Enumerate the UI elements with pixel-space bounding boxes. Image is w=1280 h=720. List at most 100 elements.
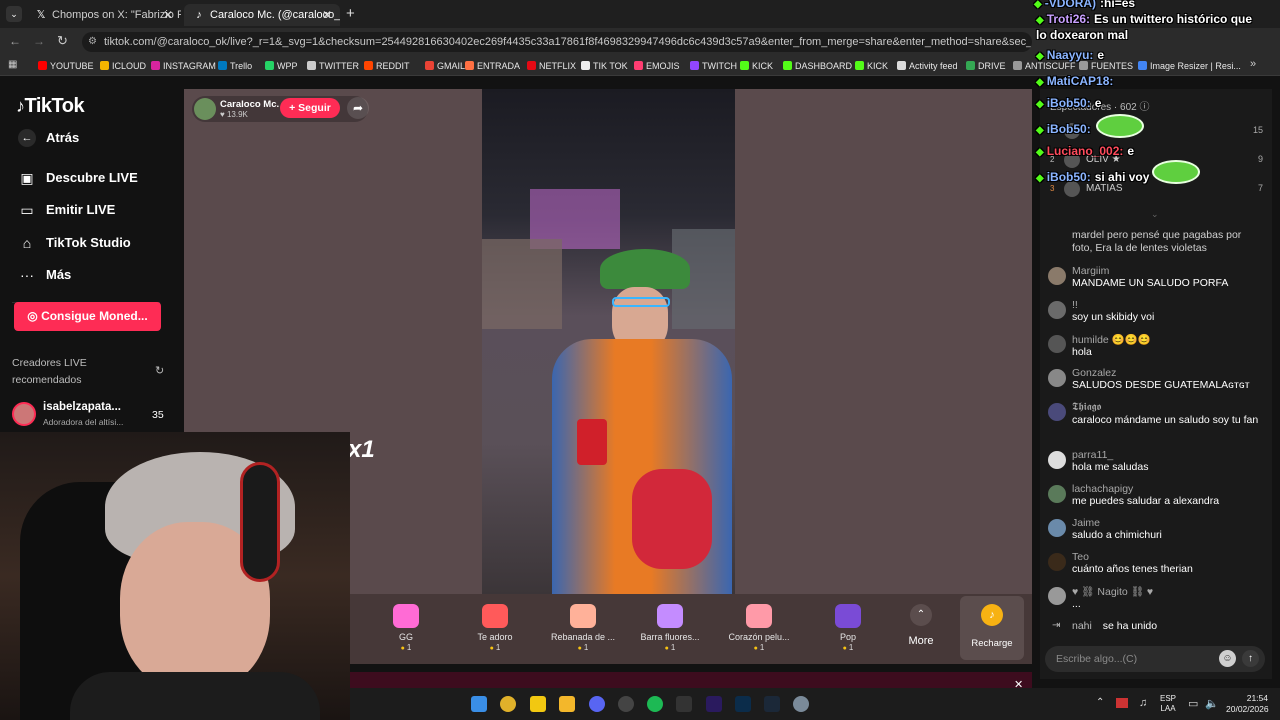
reload-icon[interactable]: ↻ <box>57 33 68 49</box>
bookmark-favicon-icon <box>783 61 792 70</box>
mic-icon[interactable]: ♫ <box>1139 697 1147 709</box>
bookmark-item[interactable]: INSTAGRAM <box>151 56 216 76</box>
app-icon[interactable] <box>793 696 809 712</box>
bookmark-label: TWITTER <box>319 61 359 71</box>
tab-x-post[interactable]: 𝕏 Chompos on X: "Fabrizio Faun... ✕ <box>26 4 181 26</box>
bookmark-item[interactable]: Image Resizer | Resi... <box>1138 56 1241 76</box>
bookmark-item[interactable]: WPP <box>265 56 298 76</box>
clock[interactable]: 21:54 20/02/2026 <box>1226 693 1269 715</box>
photoshop-icon[interactable] <box>735 696 751 712</box>
file-explorer-icon[interactable] <box>559 696 575 712</box>
forward-icon[interactable]: → <box>33 34 45 48</box>
avatar <box>1048 335 1066 353</box>
gift-item[interactable]: Barra fluores...1 <box>630 604 710 652</box>
join-notice: ⇥ nahi se ha unido <box>1048 620 1263 632</box>
host-name[interactable]: Caraloco Mc. <box>220 99 279 110</box>
bookmark-item[interactable]: Trello <box>218 56 252 76</box>
chat-message[interactable]: mardel pero pensé que pagabas por foto, … <box>1048 229 1263 255</box>
bookmark-item[interactable]: TIK TOK <box>581 56 628 76</box>
spotify-icon[interactable] <box>647 696 663 712</box>
collapse-chevron-icon[interactable]: ⌄ <box>1151 209 1159 220</box>
nav-back[interactable]: ← Atrás <box>18 128 79 148</box>
premiere-icon[interactable] <box>706 696 722 712</box>
host-avatar[interactable] <box>194 98 216 120</box>
volume-icon[interactable]: 🔈 <box>1205 697 1219 710</box>
send-icon[interactable]: ↑ <box>1242 650 1259 667</box>
recommended-creator[interactable]: isabelzapata... Adoradora del altísi... … <box>12 400 172 430</box>
live-video[interactable] <box>482 89 735 594</box>
gift-item[interactable]: Te adoro1 <box>455 604 535 652</box>
chat-message[interactable]: !! soy un skibidy voi <box>1048 299 1263 324</box>
chat-message[interactable]: Margiim MANDAME UN SALUDO PORFA <box>1048 265 1263 290</box>
nav-more[interactable]: ··· Más <box>18 265 71 285</box>
apps-grid-icon[interactable]: ▦ <box>8 59 17 70</box>
more-gifts-button[interactable]: ⌃ More <box>900 604 942 647</box>
emoji-icon[interactable]: ☺ <box>1219 650 1236 667</box>
badge-icon: ◆ <box>1036 147 1044 158</box>
share-icon[interactable]: ➦ <box>347 97 369 119</box>
bookmark-item[interactable]: KICK <box>855 56 888 76</box>
bookmark-item[interactable]: ENTRADA <box>465 56 520 76</box>
capcut-icon[interactable] <box>676 696 692 712</box>
chat-message[interactable]: lachachapigy me puedes saludar a alexandr… <box>1048 483 1263 508</box>
sticky-notes-icon[interactable] <box>530 696 546 712</box>
chat-input[interactable]: Escribe algo...(C) ☺ ↑ <box>1045 646 1265 672</box>
network-icon[interactable]: ▭ <box>1188 697 1198 710</box>
steam-icon[interactable] <box>764 696 780 712</box>
nav-tiktok-studio[interactable]: ⌂ TikTok Studio <box>18 233 131 253</box>
recharge-button[interactable]: ♪ Recharge <box>960 596 1024 660</box>
more-bookmarks-icon[interactable]: » <box>1250 58 1256 70</box>
gift-cost: 1 <box>843 643 854 652</box>
nav-discover-live[interactable]: ▣ Descubre LIVE <box>18 168 137 188</box>
nav-go-live[interactable]: ▭ Emitir LIVE <box>18 200 115 220</box>
bookmark-item[interactable]: Activity feed <box>897 56 958 76</box>
get-coins-button[interactable]: ◎ Consigue Moned... <box>14 302 161 331</box>
follow-button[interactable]: + Seguir <box>280 98 340 118</box>
new-tab-button[interactable]: + <box>346 5 355 22</box>
gift-item[interactable]: Pop1 <box>808 604 888 652</box>
obs-icon[interactable] <box>618 696 634 712</box>
bookmark-item[interactable]: GMAIL <box>425 56 465 76</box>
bookmark-label: Trello <box>230 61 253 71</box>
gift-item[interactable]: GG1 <box>366 604 446 652</box>
info-icon[interactable]: ⓘ <box>1140 102 1150 113</box>
bookmark-item[interactable]: DRIVE <box>966 56 1006 76</box>
start-icon[interactable] <box>471 696 487 712</box>
bookmark-label: Activity feed <box>909 61 958 71</box>
site-info-icon[interactable]: ⚙ <box>88 32 97 52</box>
bookmark-item[interactable]: REDDIT <box>364 56 410 76</box>
bookmark-item[interactable]: ICLOUD <box>100 56 146 76</box>
tab-search-button[interactable]: ⌄ <box>6 6 22 22</box>
chrome-icon[interactable] <box>500 696 516 712</box>
bookmark-item[interactable]: NETFLIX <box>527 56 576 76</box>
chat-text: soy un skibidy voi <box>1072 311 1155 323</box>
back-icon[interactable]: ← <box>9 34 21 48</box>
language-indicator[interactable]: ESP LAA <box>1160 694 1176 714</box>
chat-message[interactable]: Jaime saludo a chimichuri <box>1048 517 1263 542</box>
refresh-icon[interactable]: ↻ <box>155 364 164 377</box>
close-tab-icon[interactable]: ✕ <box>163 4 173 26</box>
bookmark-item[interactable]: TWITTER <box>307 56 359 76</box>
chat-message[interactable]: Teo cuánto años tenes therian <box>1048 551 1263 576</box>
bookmark-favicon-icon <box>307 61 316 70</box>
bookmark-item[interactable]: KICK <box>740 56 773 76</box>
tiktok-logo[interactable]: ♪TikTok <box>16 95 85 118</box>
gift-item[interactable]: Corazón pelu...1 <box>719 604 799 652</box>
chat-message[interactable]: humilde 😊😊😊 hola <box>1048 333 1263 359</box>
chat-message[interactable]: ♥ ⛓ Nagito ⛓ ♥... <box>1048 585 1263 611</box>
chat-message[interactable]: 𝕿𝖍𝖎𝖆𝖌𝖔 caraloco mándame un saludo soy tu … <box>1048 401 1263 427</box>
chat-message[interactable]: Gonzalez SALUDOS DESDE GUATEMALAɢᴛɢᴛ <box>1048 367 1263 392</box>
tab-tiktok-live[interactable]: ♪ Caraloco Mc. (@caraloco_o... ✕ <box>184 4 340 26</box>
bookmark-item[interactable]: EMOJIS <box>634 56 680 76</box>
url-field[interactable]: ⚙ tiktok.com/@caraloco_ok/live?_r=1&_svg… <box>82 32 1032 52</box>
tray-chevron-icon[interactable]: ⌃ <box>1096 697 1104 708</box>
flag-icon[interactable] <box>1116 698 1128 708</box>
chat-message[interactable]: parra11_ hola me saludas <box>1048 449 1263 474</box>
bookmark-item[interactable]: TWITCH <box>690 56 737 76</box>
gift-item[interactable]: Rebanada de ...1 <box>543 604 623 652</box>
close-tab-icon[interactable]: ✕ <box>322 4 332 26</box>
bookmark-item[interactable]: YOUTUBE <box>38 56 94 76</box>
bookmark-item[interactable]: DASHBOARD <box>783 56 852 76</box>
chat-text: cuánto años tenes therian <box>1072 563 1193 575</box>
discord-icon[interactable] <box>589 696 605 712</box>
